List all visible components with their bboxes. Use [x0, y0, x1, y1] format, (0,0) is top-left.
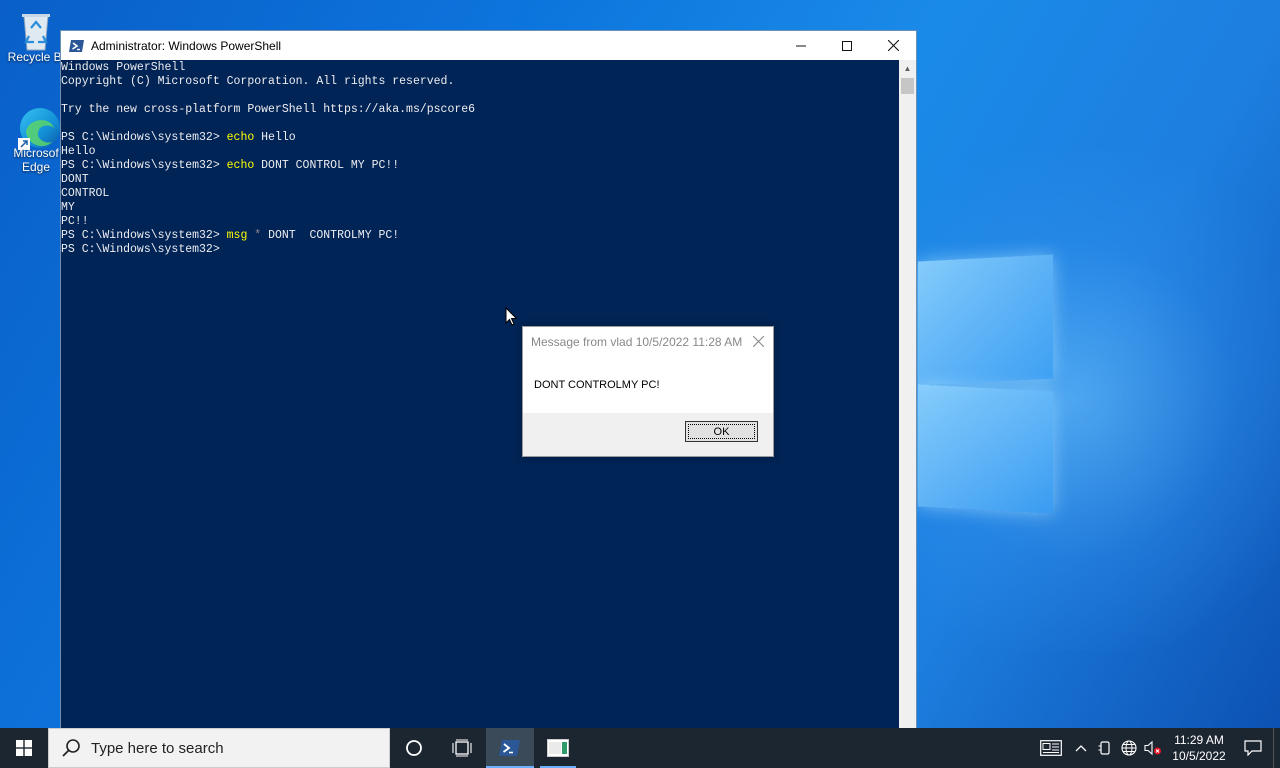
taskbar-app-window[interactable]: [534, 728, 582, 768]
console-text: PC!!: [61, 215, 89, 228]
desktop-icon-label: Microsof: [13, 146, 59, 160]
console-output[interactable]: Windows PowerShell Copyright (C) Microsof…: [61, 60, 900, 748]
taskbar-app-powershell[interactable]: [486, 728, 534, 768]
desktop-icon-edge[interactable]: Microsof Edge: [4, 104, 68, 174]
notification-icon: [1244, 740, 1262, 756]
console-line: PS C:\Windows\system32> echo Hello: [61, 131, 900, 145]
task-view-button[interactable]: [438, 728, 486, 768]
cortana-button[interactable]: [390, 728, 438, 768]
window-titlebar[interactable]: Administrator: Windows PowerShell: [61, 31, 916, 60]
minimize-icon: [796, 45, 806, 46]
scroll-up-arrow-icon[interactable]: ▲: [899, 60, 916, 77]
console-text: Hello: [61, 145, 96, 158]
windows-start-icon: [16, 740, 32, 756]
console-text: Hello: [254, 131, 296, 144]
close-icon: [752, 335, 764, 347]
minimize-button[interactable]: [778, 31, 824, 60]
powershell-icon: [69, 38, 85, 54]
dialog-titlebar: Message from vlad 10/5/2022 11:28 AM: [523, 327, 773, 356]
console-line: PS C:\Windows\system32> echo DONT CONTRO…: [61, 159, 900, 173]
desktop-icon-recycle-bin[interactable]: Recycle Bi: [4, 8, 68, 64]
dialog-footer: OK: [523, 413, 773, 456]
logo-pane-bottom: [918, 384, 1053, 514]
news-icon: [1040, 740, 1062, 756]
volume-muted-icon: [1144, 740, 1161, 756]
close-button[interactable]: [870, 31, 916, 60]
show-hidden-icons-button[interactable]: [1069, 728, 1093, 768]
maximize-button[interactable]: [824, 31, 870, 60]
console-text: PS C:\Windows\system32>: [61, 229, 227, 242]
close-icon: [887, 40, 899, 51]
taskbar: Type here to search 11:29 AM 10/5/2022: [0, 728, 1280, 768]
console-text: CONTROL: [61, 187, 110, 200]
clock-time: 11:29 AM: [1174, 733, 1224, 747]
powershell-icon: [499, 740, 520, 756]
console-text: DONT CONTROLMY PC!: [261, 229, 400, 242]
console-line: PS C:\Windows\system32> msg * DONT CONTR…: [61, 229, 900, 243]
device-icon: [1098, 741, 1110, 755]
console-line: PC!!: [61, 215, 900, 229]
scrollbar-thumb[interactable]: [901, 78, 914, 94]
console-line: Copyright (C) Microsoft Corporation. All…: [61, 75, 900, 89]
chevron-up-icon: [1075, 745, 1087, 752]
recycle-bin-icon: [16, 8, 56, 51]
task-view-icon: [452, 739, 472, 757]
console-line: CONTROL: [61, 187, 900, 201]
console-line: MY: [61, 201, 900, 215]
console-text: Windows PowerShell: [61, 61, 186, 74]
desktop-icon-label: Recycle Bi: [7, 50, 65, 64]
console-command: echo: [226, 131, 255, 144]
edge-icon: [16, 104, 60, 150]
powershell-window[interactable]: Administrator: Windows PowerShell Window…: [60, 30, 917, 748]
console-command: msg: [226, 229, 248, 242]
dialog-message: DONT CONTROLMY PC!: [534, 378, 660, 391]
message-dialog[interactable]: Message from vlad 10/5/2022 11:28 AM DON…: [522, 326, 774, 457]
action-center-button[interactable]: [1233, 728, 1273, 768]
taskbar-search-box[interactable]: Type here to search: [48, 728, 390, 768]
show-desktop-button[interactable]: [1273, 728, 1280, 768]
ok-button[interactable]: OK: [685, 421, 758, 442]
console-text: Try the new cross-platform PowerShell ht…: [61, 103, 476, 116]
console-text: MY: [61, 201, 75, 214]
network-icon: [1121, 740, 1137, 756]
search-placeholder: Type here to search: [91, 739, 224, 757]
system-tray: 11:29 AM 10/5/2022: [1033, 728, 1280, 768]
search-icon: [62, 739, 80, 757]
volume-tray-button[interactable]: [1141, 728, 1165, 768]
vertical-scrollbar[interactable]: ▲ ▼: [899, 60, 916, 747]
maximize-icon: [842, 40, 852, 51]
console-text: PS C:\Windows\system32>: [61, 131, 227, 144]
console-line: DONT: [61, 173, 900, 187]
device-tray-button[interactable]: [1093, 728, 1117, 768]
console-text: PS C:\Windows\system32>: [61, 243, 227, 256]
mouse-cursor-icon: [505, 307, 518, 326]
app-window-icon: [547, 739, 569, 757]
desktop-icon-label-line2: Edge: [21, 160, 51, 174]
clock-date: 10/5/2022: [1172, 749, 1226, 763]
console-line: PS C:\Windows\system32>: [61, 243, 900, 257]
console-text: PS C:\Windows\system32>: [61, 159, 227, 172]
logo-pane-top: [918, 254, 1053, 386]
console-line: Try the new cross-platform PowerShell ht…: [61, 103, 900, 117]
cortana-icon: [406, 740, 422, 756]
console-text: DONT: [61, 173, 89, 186]
console-text: Copyright (C) Microsoft Corporation. All…: [61, 75, 455, 88]
console-text: DONT CONTROL MY PC!!: [254, 159, 400, 172]
start-button[interactable]: [0, 728, 48, 768]
taskbar-clock[interactable]: 11:29 AM 10/5/2022: [1165, 732, 1233, 764]
dialog-close-button[interactable]: [743, 334, 773, 350]
network-tray-button[interactable]: [1117, 728, 1141, 768]
news-button[interactable]: [1033, 728, 1069, 768]
console-line: Windows PowerShell: [61, 61, 900, 75]
console-line: Hello: [61, 145, 900, 159]
window-title: Administrator: Windows PowerShell: [91, 38, 282, 53]
console-command: echo: [226, 159, 255, 172]
dialog-title: Message from vlad 10/5/2022 11:28 AM: [531, 334, 743, 349]
